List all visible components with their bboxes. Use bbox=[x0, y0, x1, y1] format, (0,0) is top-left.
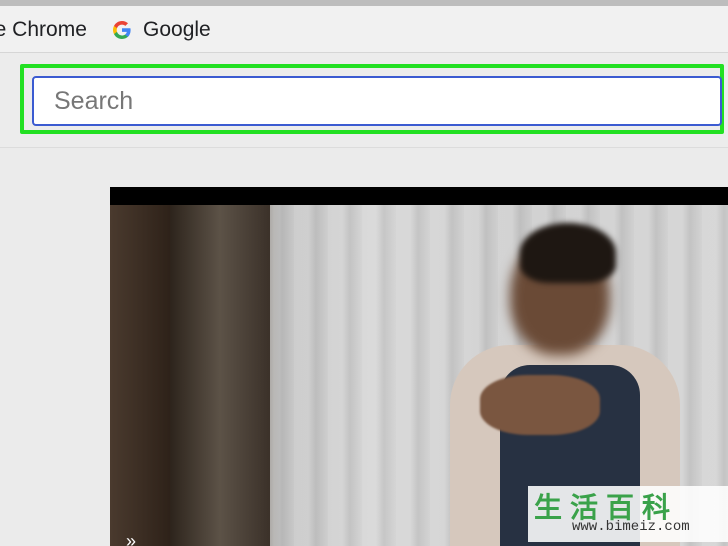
bookmark-google[interactable]: Google bbox=[111, 18, 211, 42]
google-g-icon bbox=[113, 21, 131, 39]
bookmark-google-label: Google bbox=[143, 18, 211, 41]
person-hair bbox=[520, 223, 616, 283]
watermark-logo: 生活百科 www.bimeiz.com bbox=[528, 486, 728, 542]
bookmark-chrome-label: le Chrome bbox=[0, 18, 87, 41]
watermark-url: www.bimeiz.com bbox=[572, 519, 690, 535]
person-hands bbox=[480, 375, 600, 435]
bookmark-chrome[interactable]: le Chrome bbox=[0, 18, 87, 42]
fast-forward-icon[interactable]: » bbox=[126, 531, 136, 546]
bookmarks-bar: le Chrome Google bbox=[0, 6, 728, 53]
dark-curtain-image bbox=[170, 205, 270, 546]
search-input[interactable] bbox=[32, 76, 722, 126]
